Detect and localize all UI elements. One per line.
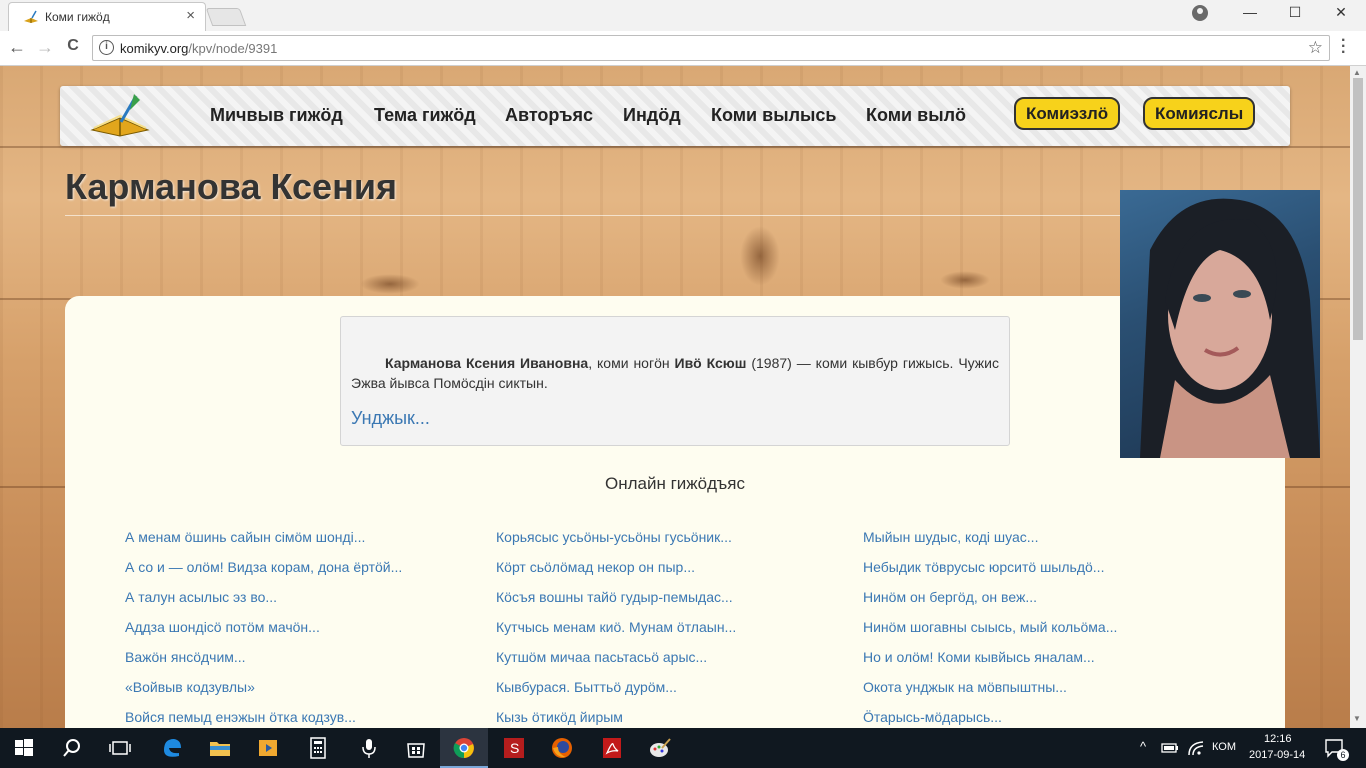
tray-expand-icon[interactable]: ^	[1140, 739, 1146, 754]
reload-button[interactable]: C	[62, 37, 84, 55]
work-link[interactable]: Войся пемыд енэжын ӧтка кодзув...	[125, 708, 402, 728]
work-link[interactable]: А талун асылыс эз во...	[125, 588, 402, 618]
wood-knot	[740, 226, 780, 286]
wifi-icon[interactable]	[1186, 738, 1206, 758]
title-divider	[65, 215, 1120, 216]
scroll-up-icon[interactable]: ▲	[1353, 68, 1361, 77]
chrome-icon[interactable]	[452, 736, 476, 760]
work-link[interactable]: «Войвыв кодзувлы»	[125, 678, 402, 708]
profile-icon[interactable]	[1192, 5, 1208, 21]
firefox-icon[interactable]	[550, 736, 574, 760]
work-link[interactable]: Важӧн янсӧдчим...	[125, 648, 402, 678]
back-button[interactable]: ←	[6, 37, 28, 58]
url-text: komikyv.org/kpv/node/9391	[120, 41, 278, 56]
app-s-icon[interactable]: S	[502, 736, 526, 760]
page-scrollbar[interactable]: ▲ ▼	[1350, 66, 1366, 728]
work-link[interactable]: А менам ӧшинь сайын сiмӧм шондi...	[125, 528, 402, 558]
work-link[interactable]: Кызь ӧтикӧд йирым	[496, 708, 736, 728]
task-view-icon[interactable]	[108, 736, 132, 760]
battery-icon[interactable]	[1160, 738, 1180, 758]
work-link[interactable]: Кывбурася. Быттьӧ дурӧм...	[496, 678, 736, 708]
nav-item-from-komi[interactable]: Коми вылысь	[711, 105, 836, 126]
page-background: Мичвыв гижӧд Тема гижӧд Авторъяс Индӧд К…	[0, 66, 1350, 728]
browser-toolbar: ← → C i komikyv.org/kpv/node/9391 ☆ · · ·	[0, 31, 1366, 66]
nav-item-authors[interactable]: Авторъяс	[505, 105, 593, 126]
work-link[interactable]: Аддза шондiсӧ потӧм мачӧн...	[125, 618, 402, 648]
voice-recorder-icon[interactable]	[356, 736, 380, 760]
work-link[interactable]: Кӧсъя вошны тайӧ гудыр-пемыдас...	[496, 588, 736, 618]
browser-tab[interactable]: Коми гижӧд ×	[8, 2, 206, 31]
site-navbar: Мичвыв гижӧд Тема гижӧд Авторъяс Индӧд К…	[60, 86, 1290, 146]
browser-menu-icon[interactable]: · · ·	[1341, 33, 1346, 61]
work-link[interactable]: Кутшӧм мичаа пасьтасьӧ арыс...	[496, 648, 736, 678]
minimize-button[interactable]: —	[1227, 4, 1273, 20]
works-column-2: Корьясыс усьӧны-усьӧны гусьӧник... Кӧрт …	[496, 528, 736, 728]
close-window-button[interactable]: ✕	[1318, 4, 1364, 21]
wood-seam	[0, 146, 1350, 148]
nav-item-topics[interactable]: Тема гижӧд	[374, 105, 476, 126]
file-explorer-icon[interactable]	[208, 736, 232, 760]
teens-button[interactable]: Комияслы	[1143, 97, 1256, 130]
work-link[interactable]: Корьясыс усьӧны-усьӧны гусьӧник...	[496, 528, 736, 558]
work-link[interactable]: Ӧтарысь-мӧдарысь...	[863, 708, 1117, 728]
bookmark-star-icon[interactable]: ☆	[1308, 38, 1323, 58]
wood-knot	[360, 274, 420, 294]
site-logo-book-icon[interactable]	[90, 92, 150, 138]
address-bar[interactable]: i komikyv.org/kpv/node/9391 ☆	[92, 35, 1330, 61]
work-link[interactable]: Но и олӧм! Коми кывйысь яналам...	[863, 648, 1117, 678]
works-section-title: Онлайн гижӧдъяс	[605, 474, 745, 493]
work-link[interactable]: Нинӧм шогавны сыысь, мый кольӧма...	[863, 618, 1117, 648]
content-panel: Карманова Ксения Ивановна, коми ногӧн Ив…	[65, 296, 1285, 728]
author-bio: Карманова Ксения Ивановна, коми ногӧн Ив…	[351, 355, 999, 391]
read-more-link[interactable]: Унджык...	[351, 408, 430, 429]
input-language[interactable]: КОМ	[1212, 741, 1236, 753]
work-link[interactable]: А со и — олӧм! Видза корам, дона ёртӧй..…	[125, 558, 402, 588]
author-portrait	[1120, 190, 1320, 458]
forward-button[interactable]: →	[34, 37, 56, 58]
new-tab-button[interactable]	[205, 8, 247, 26]
work-link[interactable]: Небыдик тӧврусыс юрситӧ шыльдӧ...	[863, 558, 1117, 588]
nav-item-to-komi[interactable]: Коми вылӧ	[866, 105, 966, 126]
windows-taskbar: S ^ КОМ 12:16 2017-09-14 6	[0, 728, 1366, 768]
work-link[interactable]: Нинӧм он бергӧд, он веж...	[863, 588, 1117, 618]
store-icon[interactable]	[404, 736, 428, 760]
pdf-reader-icon[interactable]	[600, 736, 624, 760]
search-icon[interactable]	[60, 736, 84, 760]
calculator-icon[interactable]	[306, 736, 330, 760]
clock-time[interactable]: 12:16	[1264, 733, 1292, 745]
work-link[interactable]: Кӧрт сьӧлӧмад некор он пыр...	[496, 558, 736, 588]
clock-date[interactable]: 2017-09-14	[1249, 749, 1305, 761]
maximize-button[interactable]: ☐	[1272, 4, 1318, 21]
windows-start-icon[interactable]	[12, 736, 36, 760]
media-player-icon[interactable]	[256, 736, 280, 760]
kids-button[interactable]: Комиэзлӧ	[1014, 97, 1121, 130]
work-link[interactable]: Окота унджык на мӧвпыштны...	[863, 678, 1117, 708]
work-link[interactable]: Кутчысь менам киӧ. Мунам ӧтлаын...	[496, 618, 736, 648]
portrait-image	[1140, 198, 1320, 458]
works-column-3: Мыйын шудыс, кодi шуас... Небыдик тӧврус…	[863, 528, 1117, 728]
nav-item-index[interactable]: Индӧд	[623, 105, 681, 126]
tab-strip: Коми гижӧд × — ☐ ✕	[0, 0, 1366, 31]
work-link[interactable]: Мыйын шудыс, кодi шуас...	[863, 528, 1117, 558]
scroll-thumb[interactable]	[1353, 78, 1363, 340]
tab-title: Коми гижӧд	[45, 10, 110, 24]
wood-knot	[940, 271, 990, 289]
edge-browser-icon[interactable]	[160, 736, 184, 760]
notification-count-badge: 6	[1337, 749, 1349, 761]
svg-text:S: S	[510, 740, 519, 756]
scroll-down-icon[interactable]: ▼	[1353, 714, 1361, 723]
paint-icon[interactable]	[648, 736, 672, 760]
author-bio-box: Карманова Ксения Ивановна, коми ногӧн Ив…	[340, 316, 1010, 446]
nav-item-featured[interactable]: Мичвыв гижӧд	[210, 105, 343, 126]
works-column-1: А менам ӧшинь сайын сiмӧм шондi... А со …	[125, 528, 402, 728]
tab-close-icon[interactable]: ×	[186, 7, 195, 24]
info-icon[interactable]: i	[99, 40, 114, 55]
page-title: Карманова Ксения	[65, 166, 397, 207]
book-feather-icon	[24, 10, 38, 23]
